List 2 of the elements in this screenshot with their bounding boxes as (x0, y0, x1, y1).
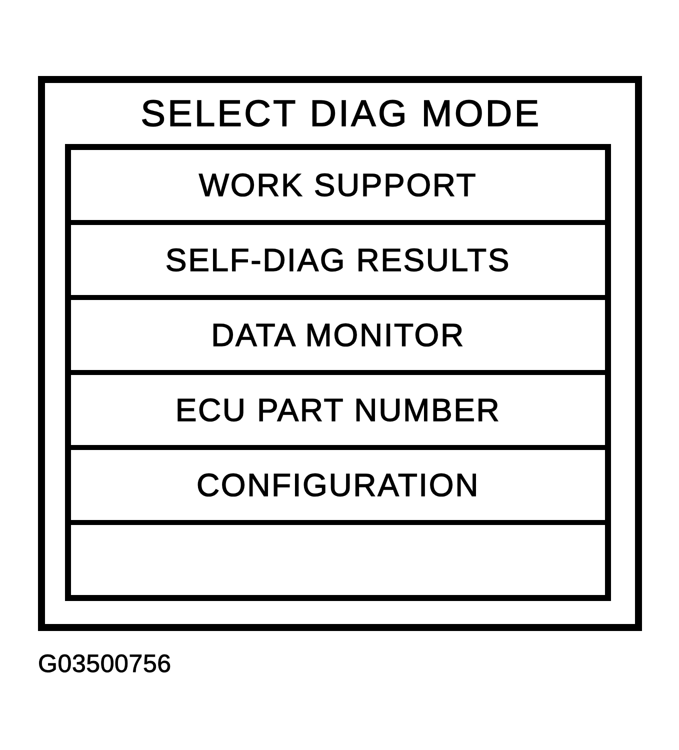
screen-title: SELECT DIAG MODE (140, 95, 542, 132)
figure-id: G03500756 (38, 650, 172, 678)
